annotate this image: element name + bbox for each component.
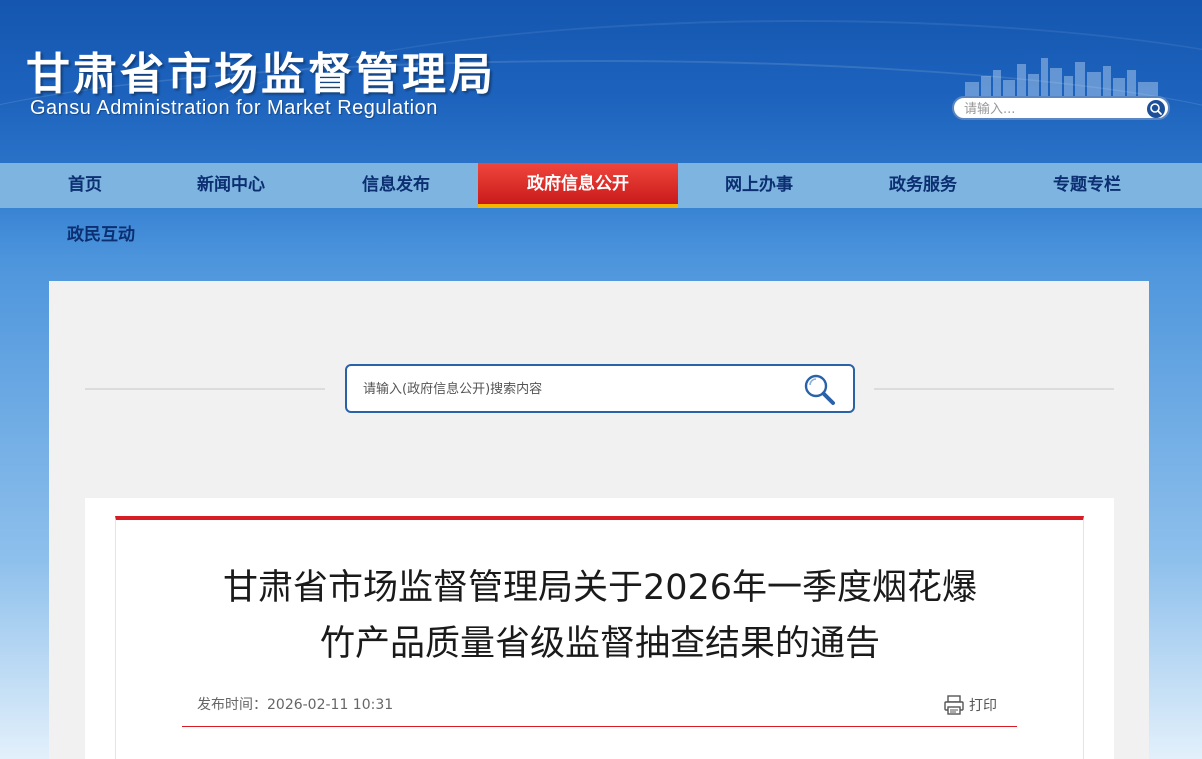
nav-item-public-interaction[interactable]: 政民互动: [67, 220, 135, 245]
print-label: 打印: [969, 698, 997, 714]
nav-item-gov-info-disclosure[interactable]: 政府信息公开: [478, 163, 678, 208]
article-title: 甘肃省市场监督管理局关于2026年一季度烟花爆 竹产品质量省级监督抽查结果的通告: [150, 560, 1050, 672]
gov-info-search-input[interactable]: [363, 380, 783, 398]
print-button[interactable]: 打印: [943, 694, 997, 716]
skyline-graphic: [965, 58, 1158, 96]
divider-left: [85, 388, 325, 390]
publish-time-value: 2026-02-11 10:31: [267, 697, 394, 713]
divider-right: [874, 388, 1114, 390]
site-title-cn[interactable]: 甘肃省市场监督管理局: [26, 38, 496, 102]
nav-item-news[interactable]: 新闻中心: [180, 163, 282, 208]
site-title-en: Gansu Administration for Market Regulati…: [30, 97, 438, 119]
article-title-line-1: 甘肃省市场监督管理局关于2026年一季度烟花爆: [222, 568, 978, 608]
search-icon[interactable]: [1146, 99, 1166, 119]
title-divider: [182, 726, 1017, 727]
magnifier-icon[interactable]: [801, 371, 839, 409]
header-search-box[interactable]: [952, 96, 1170, 120]
nav-item-info-release[interactable]: 信息发布: [345, 163, 447, 208]
nav-item-special-topics[interactable]: 专题专栏: [1036, 163, 1138, 208]
gov-info-search-box[interactable]: [345, 364, 855, 413]
publish-time-label: 发布时间：: [197, 697, 267, 713]
nav-item-online-services[interactable]: 网上办事: [708, 163, 810, 208]
article-title-line-2: 竹产品质量省级监督抽查结果的通告: [319, 624, 880, 664]
publish-time: 发布时间：2026-02-11 10:31: [197, 694, 393, 714]
header-search-input[interactable]: [964, 100, 1134, 118]
nav-item-gov-services[interactable]: 政务服务: [872, 163, 974, 208]
printer-icon: [944, 695, 964, 715]
nav-item-home[interactable]: 首页: [50, 163, 120, 208]
